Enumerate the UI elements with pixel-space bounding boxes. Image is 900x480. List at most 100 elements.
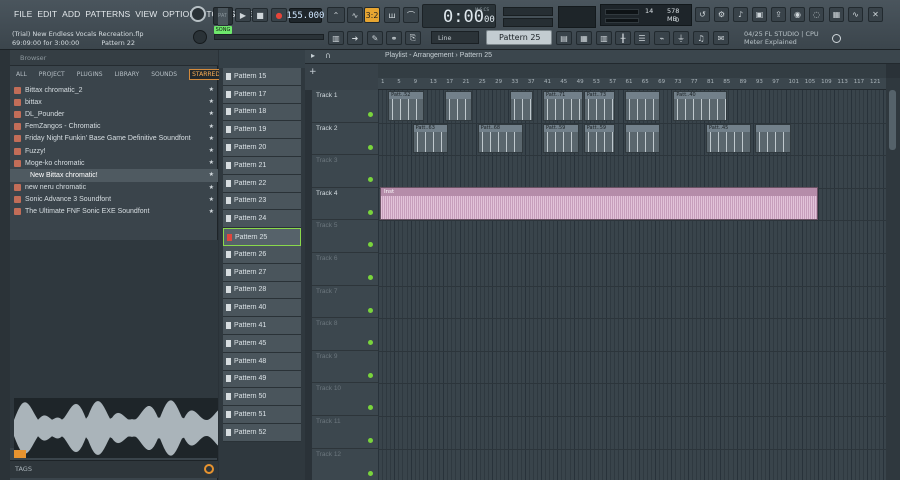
track-mute-led[interactable] [368, 405, 373, 411]
star-icon[interactable]: ★ [209, 123, 214, 130]
track-mute-led[interactable] [368, 438, 373, 443]
tempo-display[interactable]: 155.000 [287, 8, 324, 23]
globe-icon[interactable] [832, 34, 841, 43]
pattern-item[interactable]: Pattern 28 [223, 281, 301, 300]
typing-keyboard-icon[interactable]: ∿ [347, 7, 363, 23]
playlist-icon[interactable]: ▤ [556, 31, 572, 45]
blend-icon[interactable]: ⌒ [403, 7, 419, 23]
track-mute-led[interactable] [368, 209, 373, 215]
tools-icon[interactable]: ⚙ [714, 7, 729, 22]
star-icon[interactable]: ★ [209, 147, 214, 154]
star-icon[interactable]: ★ [209, 86, 214, 93]
pattern-item[interactable]: Pattern 18 [223, 103, 301, 122]
track-header[interactable]: Track 10 [312, 383, 378, 416]
master-pitch-slider[interactable] [503, 7, 553, 16]
list-item[interactable]: Fuzzy! ★ [10, 145, 218, 157]
track-header[interactable]: Track 9 [312, 351, 378, 384]
tab-library[interactable]: LIBRARY [115, 71, 140, 78]
step-edit-icon[interactable]: ш [384, 7, 400, 23]
pattern-clip[interactable]: Patt..68 [477, 123, 523, 154]
master-volume-slider[interactable] [503, 18, 553, 27]
record-indicator-icon[interactable] [190, 6, 206, 22]
pattern-item[interactable]: Pattern 41 [223, 317, 301, 335]
main-volume-slider[interactable] [214, 34, 324, 40]
track-header[interactable]: Track 11 [312, 416, 378, 449]
pattern-clip[interactable] [445, 91, 473, 121]
sample-preview[interactable] [14, 398, 218, 458]
star-icon[interactable]: ★ [209, 196, 214, 203]
channel-rack-icon[interactable]: ▦ [576, 31, 592, 45]
list-item[interactable]: bittax ★ [10, 96, 218, 108]
mail-icon[interactable]: ✉ [713, 31, 729, 45]
piano-icon[interactable]: ▥ [596, 31, 612, 45]
pattern-clip[interactable] [510, 91, 533, 121]
mic-icon[interactable]: ♪ [733, 7, 748, 22]
audio-clip[interactable]: Inst [380, 187, 818, 220]
star-icon[interactable]: ★ [209, 159, 214, 166]
track-mute-led[interactable] [368, 112, 373, 117]
next-icon[interactable]: ➜ [347, 31, 363, 45]
pattern-clip[interactable]: Patt..52 [388, 91, 424, 121]
track-header[interactable]: Track 1 [312, 90, 378, 123]
pattern-item[interactable]: Pattern 49 [223, 370, 301, 389]
chat-icon[interactable]: ◌ [809, 7, 824, 22]
list-item[interactable]: Bittax chromatic_2 ★ [10, 84, 218, 96]
track-mute-led[interactable] [368, 275, 373, 280]
browser-icon[interactable]: ☰ [634, 31, 650, 45]
track-mute-led[interactable] [368, 470, 373, 476]
pattern-item[interactable]: Pattern 48 [223, 352, 301, 371]
list-item[interactable]: Friday Night Funkin' Base Game Definitiv… [10, 133, 218, 145]
pattern-item[interactable]: Pattern 52 [223, 423, 301, 442]
pattern-clip[interactable]: Patt..59 [583, 123, 616, 154]
menu-item-add[interactable]: ADD [62, 9, 80, 19]
menu-item-view[interactable]: VIEW [135, 9, 157, 19]
star-icon[interactable]: ★ [209, 184, 214, 191]
tab-sounds[interactable]: SOUNDS [151, 71, 177, 78]
pattern-item[interactable]: Pattern 21 [223, 156, 301, 175]
pattern-clip[interactable] [624, 123, 661, 154]
add-track-icon[interactable]: + [309, 67, 317, 77]
scroll-thumb[interactable] [889, 90, 896, 150]
wave-icon[interactable]: ∿ [848, 7, 863, 22]
track-mute-led[interactable] [368, 372, 373, 378]
pencil-icon[interactable]: ✎ [367, 31, 383, 45]
track-header[interactable]: Track 5 [312, 220, 378, 253]
pattern-item[interactable]: Pattern 50 [223, 388, 301, 407]
track-mute-led[interactable] [368, 307, 373, 313]
pattern-clone-icon[interactable]: ⎘ [405, 31, 421, 45]
tab-plugins[interactable]: PLUGINS [77, 71, 103, 78]
track-mute-led[interactable] [368, 177, 373, 183]
list-item[interactable]: DL_Pounder ★ [10, 108, 218, 120]
playlist-arrow-icon[interactable]: ▸ [311, 51, 315, 60]
track-header[interactable]: Track 7 [312, 286, 378, 319]
pattern-clip[interactable]: Patt..73 [583, 91, 616, 121]
pattern-item[interactable]: Pattern 26 [223, 245, 301, 264]
pattern-clip[interactable]: Patt..63 [412, 123, 449, 154]
info-icon[interactable]: ♫ [693, 31, 709, 45]
timeline-ruler[interactable]: 1 5 9 13 17 21 25 29 33 37 41 45 49 53 57 61 65 69 73 77 81 8… [378, 78, 897, 90]
export-icon[interactable]: ⇪ [771, 7, 786, 22]
pattern-item[interactable]: Pattern 24 [223, 210, 301, 229]
tab-all[interactable]: ALL [16, 71, 27, 78]
pattern-item[interactable]: Pattern 51 [223, 406, 301, 424]
track-header[interactable]: Track 4 [312, 188, 378, 221]
star-icon[interactable]: ★ [209, 98, 214, 105]
plug-icon[interactable]: ⏚ [673, 31, 689, 45]
list-item[interactable]: Sonic Advance 3 Soundfont ★ [10, 194, 218, 206]
pattern-item[interactable]: Pattern 25 [223, 228, 301, 246]
pattern-item[interactable]: Pattern 20 [223, 139, 301, 157]
metronome-icon[interactable]: ⌃ [327, 7, 345, 23]
mixer-icon[interactable]: ╫ [615, 31, 631, 45]
track-header[interactable]: Track 3 [312, 155, 378, 188]
pattern-clip[interactable]: Patt..71 [543, 91, 584, 121]
play-icon[interactable]: ▶ [235, 8, 251, 22]
undo-icon[interactable]: ↺ [695, 7, 710, 22]
star-icon[interactable]: ★ [209, 110, 214, 117]
pattern-clip[interactable]: Patt..45 [706, 123, 751, 154]
tab-project[interactable]: PROJECT [39, 71, 65, 78]
pat-song-toggle[interactable]: PAT SONG [213, 7, 233, 34]
pattern-item[interactable]: Pattern 23 [223, 192, 301, 211]
menu-item-edit[interactable]: EDIT [37, 9, 57, 19]
track-header[interactable]: Track 6 [312, 253, 378, 286]
track-mute-led[interactable] [368, 340, 373, 346]
